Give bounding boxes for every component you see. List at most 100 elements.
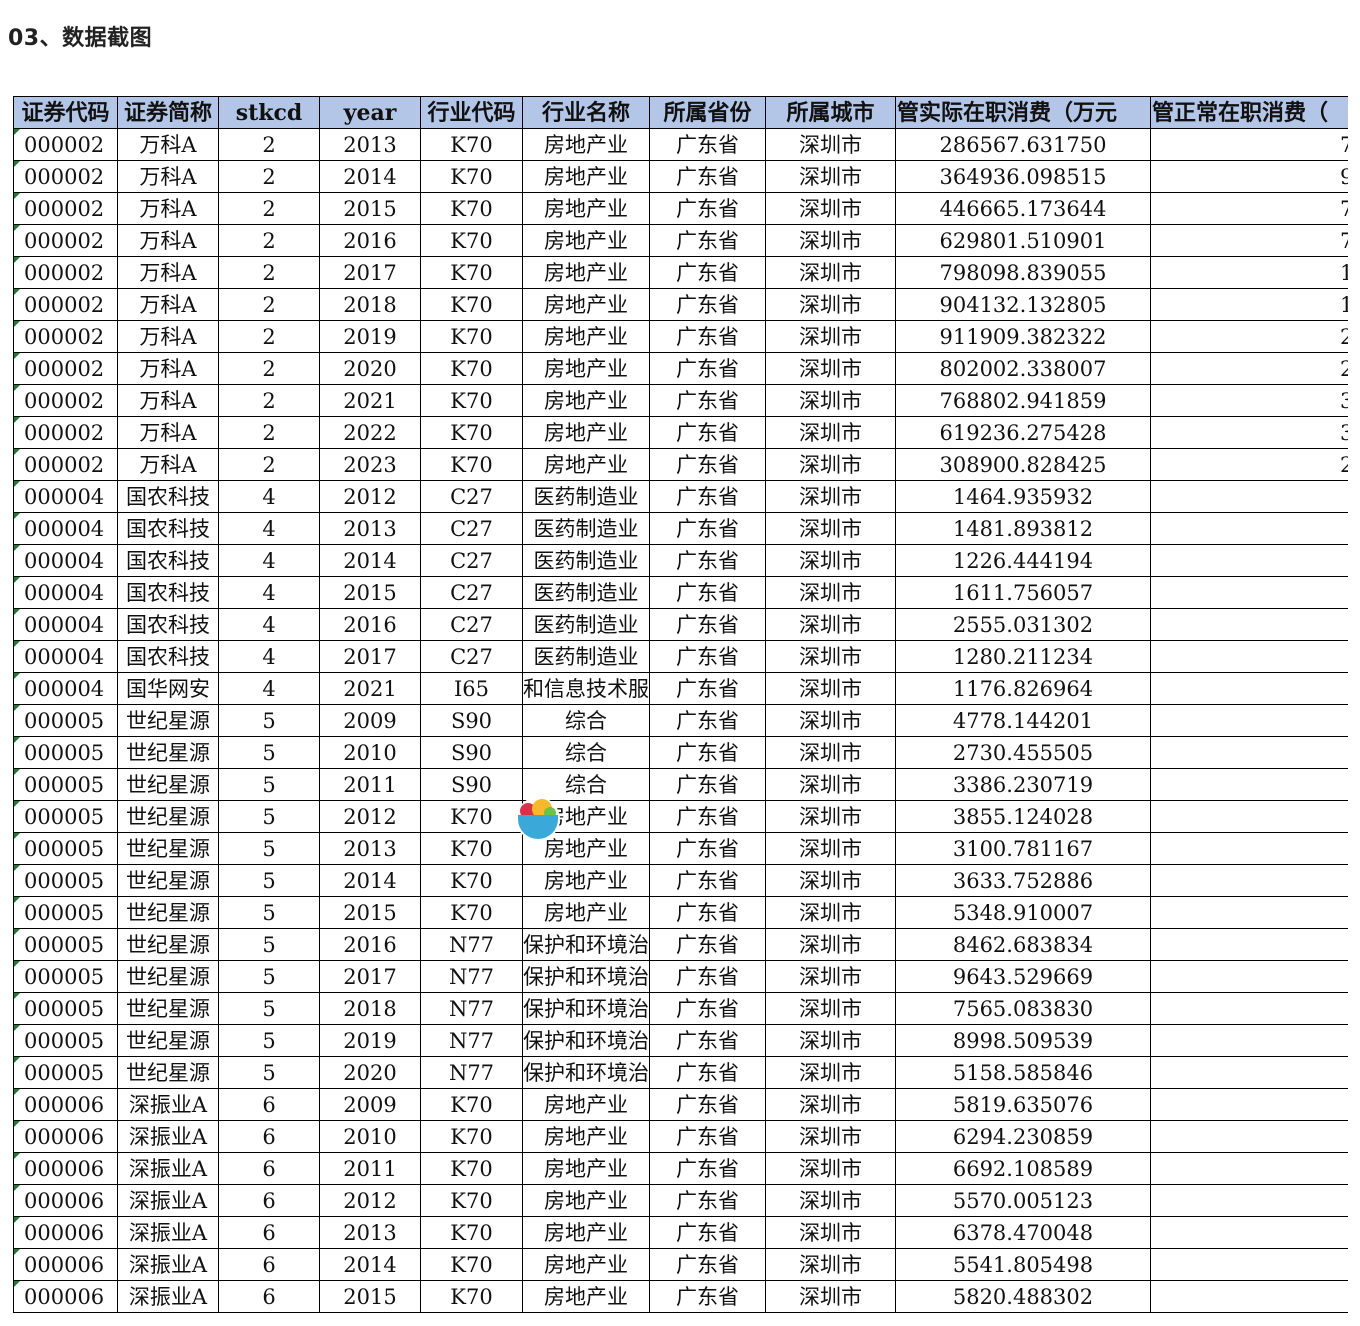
cell-normal-consumption[interactable]: 4287.659917	[1150, 608, 1348, 641]
cell-security-name[interactable]: 国农科技	[117, 512, 219, 545]
cell-security-name[interactable]: 世纪星源	[117, 736, 219, 769]
column-header-industry-code[interactable]: 行业代码	[420, 96, 523, 129]
cell-industry-code[interactable]: K70	[420, 800, 523, 833]
cell-province[interactable]: 广东省	[649, 672, 766, 705]
cell-industry-code[interactable]: C27	[420, 512, 523, 545]
cell-industry-name[interactable]: 医药制造业	[522, 512, 650, 545]
cell-actual-consumption[interactable]: 364936.098515	[895, 160, 1151, 193]
cell-year[interactable]: 2014	[319, 1248, 421, 1281]
cell-year[interactable]: 2013	[319, 1216, 421, 1249]
cell-security-name[interactable]: 世纪星源	[117, 896, 219, 929]
cell-industry-code[interactable]: N77	[420, 960, 523, 993]
cell-normal-consumption[interactable]: 3134.886699	[1150, 896, 1348, 929]
cell-normal-consumption[interactable]: 9218.065794	[1150, 960, 1348, 993]
cell-industry-name[interactable]: 房地产业	[522, 256, 650, 289]
cell-security-name[interactable]: 世纪星源	[117, 960, 219, 993]
cell-year[interactable]: 2023	[319, 448, 421, 481]
cell-actual-consumption[interactable]: 802002.338007	[895, 352, 1151, 385]
cell-actual-consumption[interactable]: 629801.510901	[895, 224, 1151, 257]
cell-province[interactable]: 广东省	[649, 192, 766, 225]
cell-province[interactable]: 广东省	[649, 1088, 766, 1121]
cell-province[interactable]: 广东省	[649, 224, 766, 257]
cell-city[interactable]: 深圳市	[765, 896, 896, 929]
cell-industry-code[interactable]: K70	[420, 1248, 523, 1281]
cell-actual-consumption[interactable]: 3855.124028	[895, 800, 1151, 833]
cell-city[interactable]: 深圳市	[765, 992, 896, 1025]
cell-city[interactable]: 深圳市	[765, 576, 896, 609]
column-header-stkcd[interactable]: stkcd	[218, 96, 320, 129]
cell-actual-consumption[interactable]: 5158.585846	[895, 1056, 1151, 1089]
cell-year[interactable]: 2014	[319, 864, 421, 897]
cell-stkcd[interactable]: 2	[218, 416, 320, 449]
cell-industry-name[interactable]: 房地产业	[522, 288, 650, 321]
cell-city[interactable]: 深圳市	[765, 1248, 896, 1281]
cell-normal-consumption[interactable]: 3448440.30716	[1150, 416, 1348, 449]
cell-security-name[interactable]: 万科A	[117, 288, 219, 321]
cell-stkcd[interactable]: 5	[218, 736, 320, 769]
cell-stkcd[interactable]: 2	[218, 384, 320, 417]
cell-year[interactable]: 2017	[319, 640, 421, 673]
cell-industry-code[interactable]: K70	[420, 1120, 523, 1153]
cell-industry-name[interactable]: 房地产业	[522, 128, 650, 161]
cell-city[interactable]: 深圳市	[765, 832, 896, 865]
cell-actual-consumption[interactable]: 5820.488302	[895, 1280, 1151, 1313]
cell-year[interactable]: 2013	[319, 832, 421, 865]
cell-year[interactable]: 2010	[319, 1120, 421, 1153]
cell-city[interactable]: 深圳市	[765, 640, 896, 673]
cell-city[interactable]: 深圳市	[765, 416, 896, 449]
cell-security-code[interactable]: 000002	[13, 256, 118, 289]
cell-industry-name[interactable]: 房地产业	[522, 896, 650, 929]
cell-year[interactable]: 2019	[319, 320, 421, 353]
cell-security-name[interactable]: 万科A	[117, 384, 219, 417]
cell-stkcd[interactable]: 5	[218, 928, 320, 961]
cell-city[interactable]: 深圳市	[765, 384, 896, 417]
cell-year[interactable]: 2009	[319, 704, 421, 737]
cell-industry-code[interactable]: K70	[420, 224, 523, 257]
cell-actual-consumption[interactable]: 5570.005123	[895, 1184, 1151, 1217]
cell-city[interactable]: 深圳市	[765, 448, 896, 481]
cell-normal-consumption[interactable]: 7240.142577	[1150, 992, 1348, 1025]
cell-security-name[interactable]: 万科A	[117, 416, 219, 449]
cell-industry-name[interactable]: 房地产业	[522, 1120, 650, 1153]
cell-year[interactable]: 2017	[319, 960, 421, 993]
cell-province[interactable]: 广东省	[649, 256, 766, 289]
cell-industry-name[interactable]: 医药制造业	[522, 576, 650, 609]
cell-year[interactable]: 2010	[319, 736, 421, 769]
cell-province[interactable]: 广东省	[649, 320, 766, 353]
cell-normal-consumption[interactable]: 1851.303131	[1150, 480, 1348, 513]
cell-stkcd[interactable]: 2	[218, 224, 320, 257]
cell-security-name[interactable]: 万科A	[117, 128, 219, 161]
cell-security-name[interactable]: 国农科技	[117, 480, 219, 513]
cell-industry-name[interactable]: 房地产业	[522, 416, 650, 449]
cell-security-code[interactable]: 000002	[13, 160, 118, 193]
cell-security-name[interactable]: 国农科技	[117, 544, 219, 577]
cell-actual-consumption[interactable]: 8462.683834	[895, 928, 1151, 961]
cell-industry-code[interactable]: N77	[420, 928, 523, 961]
cell-security-code[interactable]: 000002	[13, 416, 118, 449]
cell-industry-name[interactable]: 保护和环境治	[522, 928, 650, 961]
cell-stkcd[interactable]: 4	[218, 480, 320, 513]
cell-security-name[interactable]: 世纪星源	[117, 768, 219, 801]
cell-province[interactable]: 广东省	[649, 128, 766, 161]
cell-industry-name[interactable]: 房地产业	[522, 1280, 650, 1313]
cell-stkcd[interactable]: 6	[218, 1184, 320, 1217]
cell-security-code[interactable]: 000004	[13, 608, 118, 641]
cell-province[interactable]: 广东省	[649, 736, 766, 769]
cell-security-name[interactable]: 国华网安	[117, 672, 219, 705]
cell-province[interactable]: 广东省	[649, 480, 766, 513]
cell-security-name[interactable]: 万科A	[117, 256, 219, 289]
cell-industry-name[interactable]: 房地产业	[522, 1152, 650, 1185]
cell-city[interactable]: 深圳市	[765, 1216, 896, 1249]
cell-industry-code[interactable]: S90	[420, 736, 523, 769]
cell-normal-consumption[interactable]: 725951.896942	[1150, 192, 1348, 225]
cell-year[interactable]: 2015	[319, 1280, 421, 1313]
cell-security-code[interactable]: 000004	[13, 544, 118, 577]
cell-security-name[interactable]: 世纪星源	[117, 928, 219, 961]
cell-actual-consumption[interactable]: 6378.470048	[895, 1216, 1151, 1249]
cell-security-code[interactable]: 000002	[13, 320, 118, 353]
cell-normal-consumption[interactable]: 981279.404492	[1150, 160, 1348, 193]
cell-security-name[interactable]: 世纪星源	[117, 1056, 219, 1089]
cell-industry-name[interactable]: 房地产业	[522, 1088, 650, 1121]
cell-industry-code[interactable]: N77	[420, 1024, 523, 1057]
cell-normal-consumption[interactable]: 5265.191005	[1150, 704, 1348, 737]
